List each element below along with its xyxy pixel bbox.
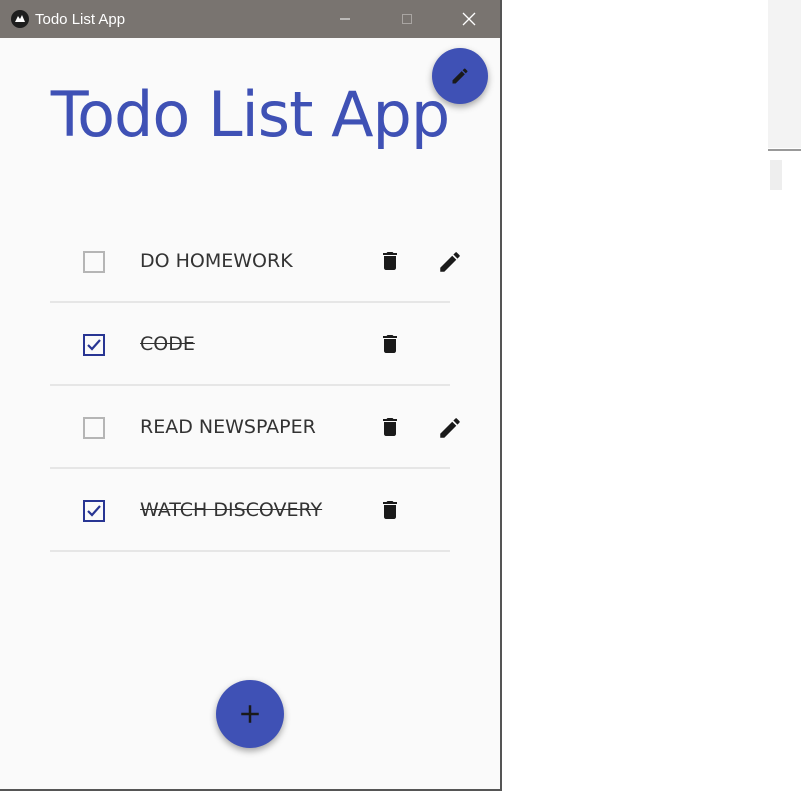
trash-icon[interactable] xyxy=(378,332,402,356)
todo-list: DO HOMEWORK CODE READ NEWSPAPER WATCH DISCO… xyxy=(50,220,460,552)
background-panel xyxy=(768,0,801,200)
minimize-icon xyxy=(340,18,350,20)
todo-text: READ NEWSPAPER xyxy=(140,416,316,438)
pencil-icon xyxy=(452,68,468,84)
todo-row: CODE xyxy=(50,303,450,386)
minimize-button[interactable] xyxy=(314,0,376,38)
pencil-icon[interactable] xyxy=(437,249,463,275)
trash-icon[interactable] xyxy=(378,415,402,439)
title-bar: Todo List App xyxy=(0,0,500,38)
add-todo-button[interactable] xyxy=(216,680,284,748)
todo-text: CODE xyxy=(140,333,195,355)
todo-row: DO HOMEWORK xyxy=(50,220,460,303)
todo-text: WATCH DISCOVERY xyxy=(140,499,323,521)
close-button[interactable] xyxy=(438,0,500,38)
checkbox-unchecked[interactable] xyxy=(82,250,106,274)
checkbox-checked[interactable] xyxy=(82,499,106,523)
edit-mode-button[interactable] xyxy=(432,48,488,104)
pencil-icon[interactable] xyxy=(437,415,463,441)
plus-icon xyxy=(241,705,259,723)
kivy-logo-icon xyxy=(11,10,29,28)
todo-text: DO HOMEWORK xyxy=(140,250,293,272)
checkbox-unchecked[interactable] xyxy=(82,416,106,440)
window-title: Todo List App xyxy=(35,10,126,28)
todo-row: READ NEWSPAPER xyxy=(50,386,460,469)
maximize-button[interactable] xyxy=(376,0,438,38)
checkbox-checked[interactable] xyxy=(82,333,106,357)
app-window: Todo List App Todo List App DO HOMEWORK C… xyxy=(0,0,502,791)
trash-icon[interactable] xyxy=(378,249,402,273)
todo-row: WATCH DISCOVERY xyxy=(50,469,450,552)
close-icon xyxy=(462,12,476,26)
page-title: Todo List App xyxy=(50,78,450,151)
trash-icon[interactable] xyxy=(378,498,402,522)
maximize-icon xyxy=(402,14,412,24)
